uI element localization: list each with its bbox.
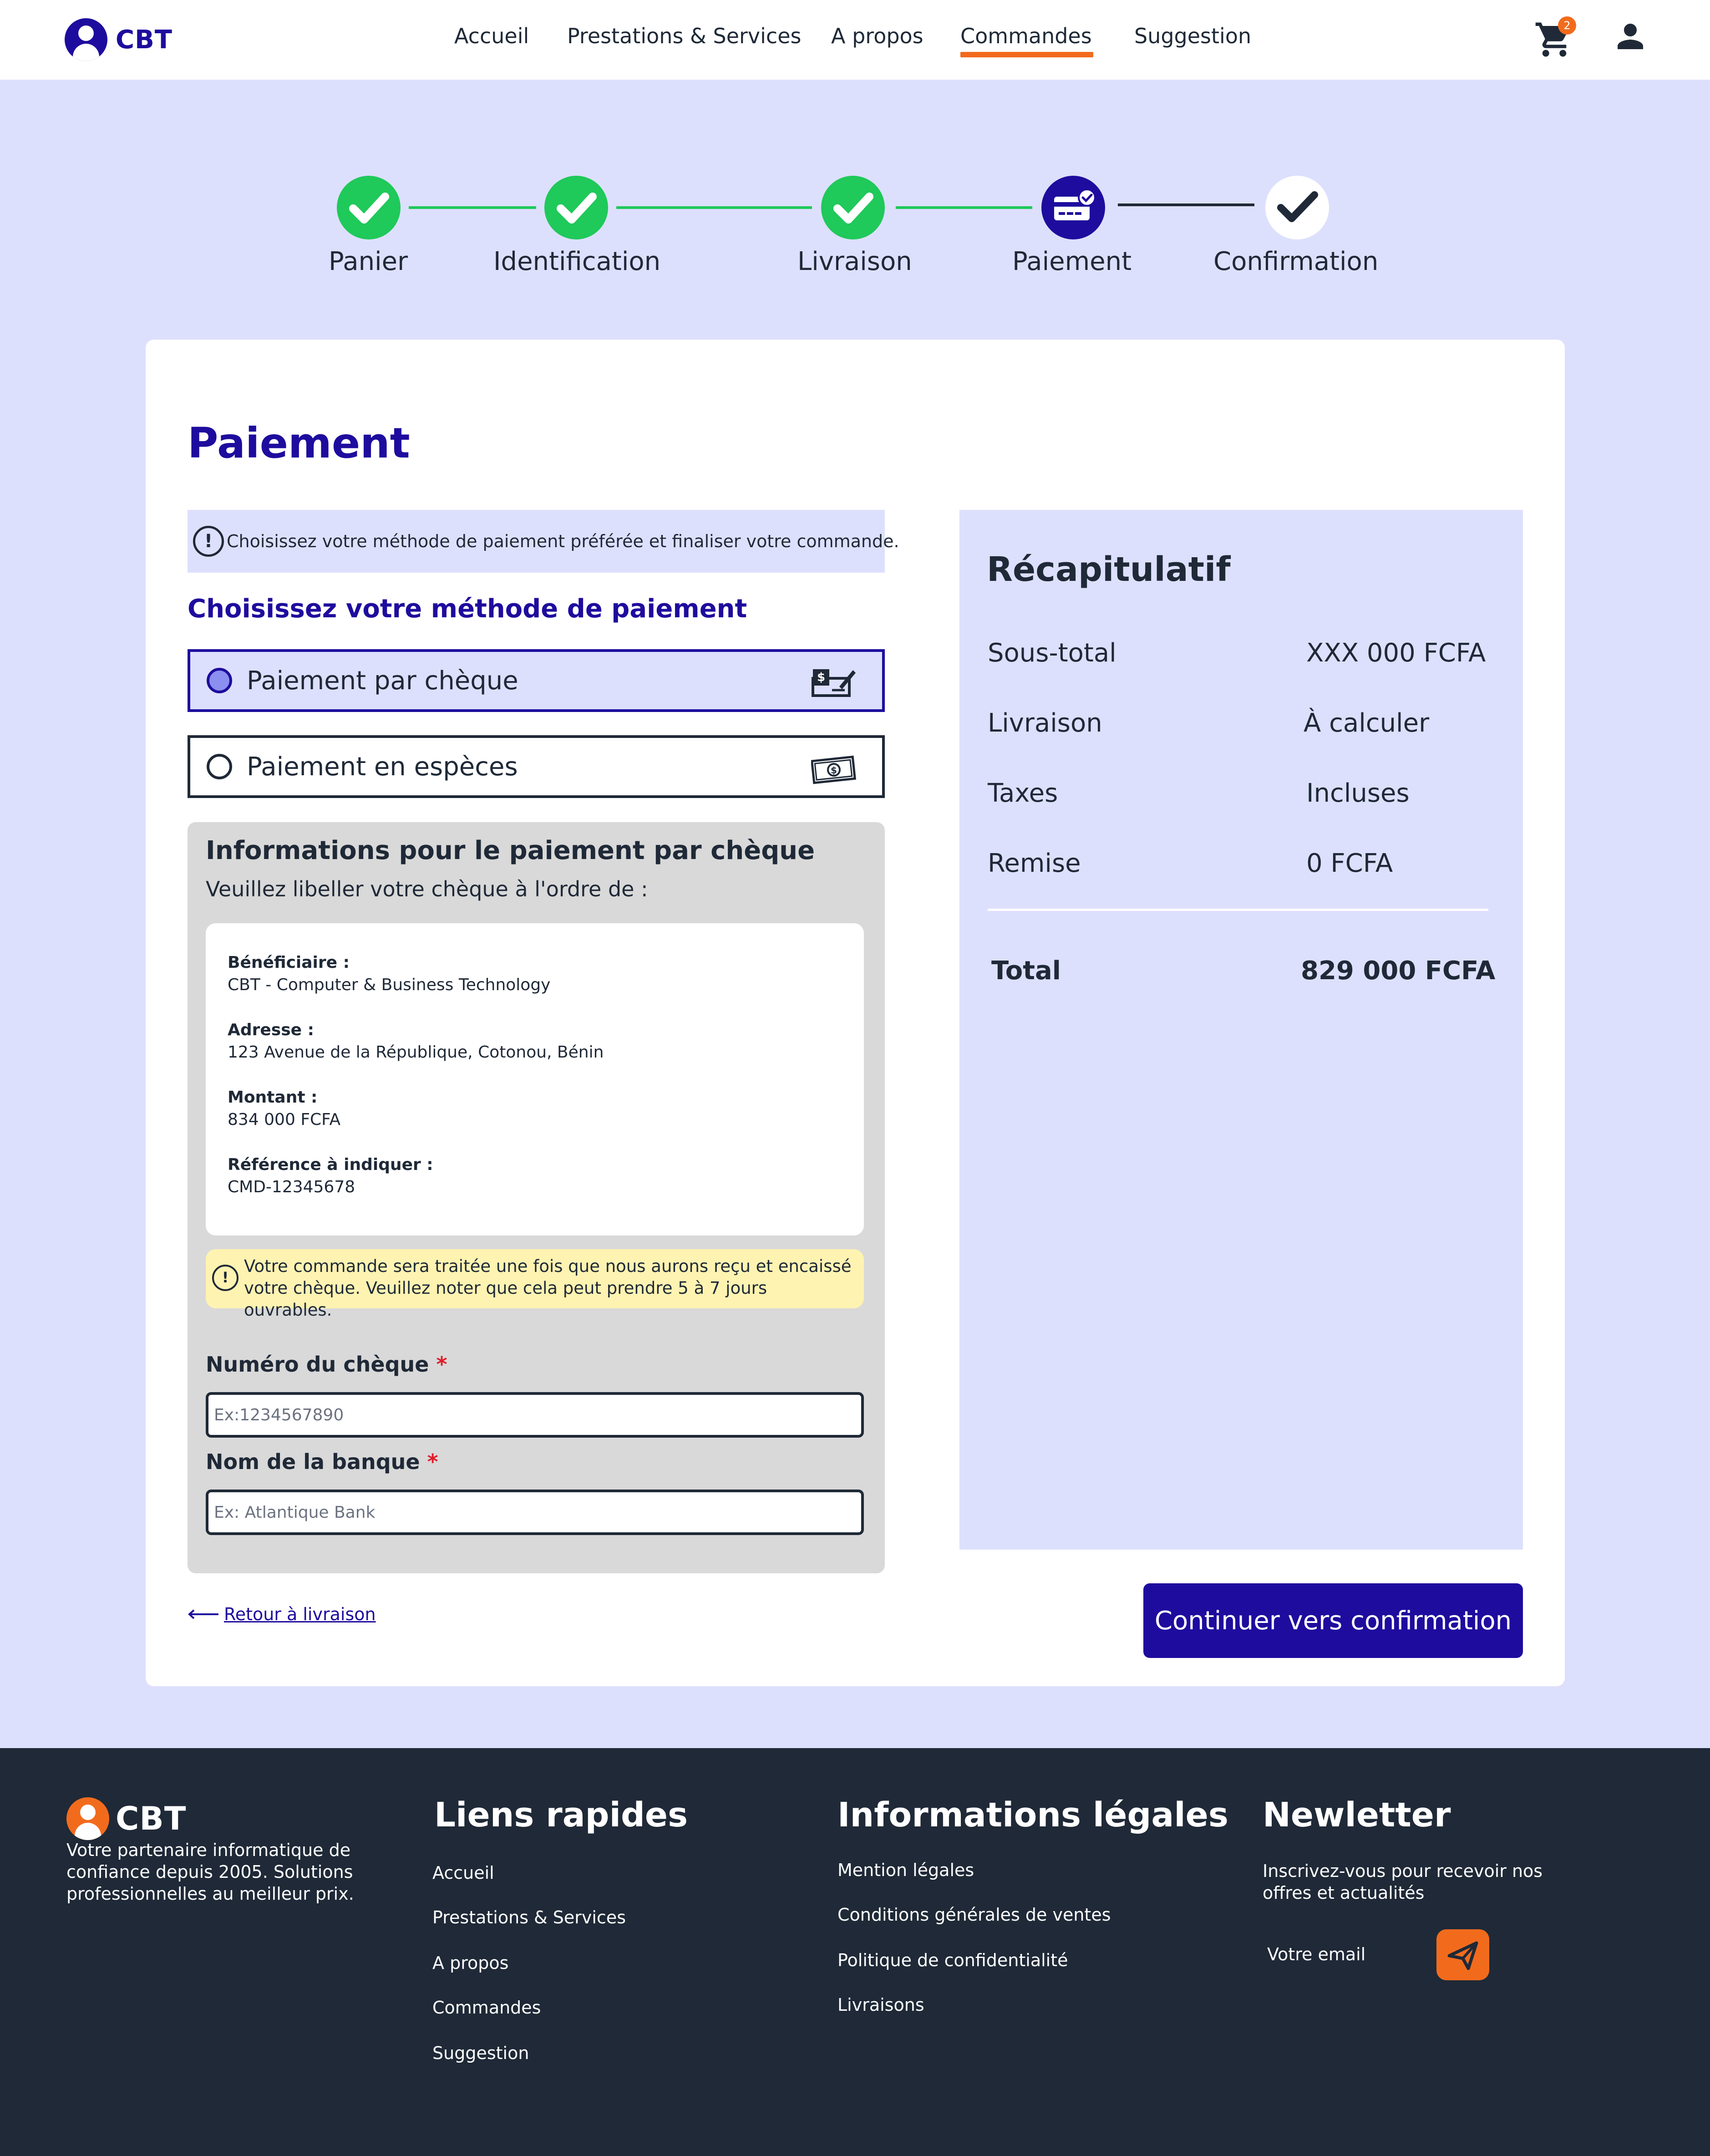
step-label-panier: Panier — [329, 247, 408, 276]
amount-info: Montant : 834 000 FCFA — [228, 1088, 340, 1129]
footer-description: Votre partenaire informatique de confian… — [66, 1840, 354, 1904]
arrow-left-icon — [188, 1609, 218, 1619]
footer-logo[interactable]: CBT — [66, 1797, 186, 1840]
legal-title: Informations légales — [837, 1795, 1228, 1835]
footer-brand-name: CBT — [116, 1800, 187, 1837]
footer-link-suggestion[interactable]: Suggestion — [432, 2043, 529, 2063]
continue-to-confirmation-button[interactable]: Continuer vers confirmation — [1143, 1583, 1523, 1658]
site-footer: CBT Votre partenaire informatique de con… — [0, 1748, 1710, 2156]
bank-name-label: Nom de la banque * — [206, 1449, 438, 1474]
bank-name-input[interactable] — [206, 1490, 864, 1535]
amount-label: Montant : — [228, 1088, 318, 1107]
footer-link-privacy[interactable]: Politique de confidentialité — [837, 1950, 1068, 1970]
cheque-number-label: Numéro du chèque * — [206, 1352, 447, 1377]
reference-info: Référence à indiquer : CMD-12345678 — [228, 1155, 433, 1196]
reference-value: CMD-12345678 — [228, 1178, 355, 1196]
info-icon: ! — [193, 526, 224, 557]
newsletter-title: Newletter — [1263, 1795, 1451, 1835]
amount-value: 834 000 FCFA — [228, 1110, 341, 1129]
beneficiary-value: CBT - Computer & Business Technology — [228, 976, 551, 994]
footer-link-prestations[interactable]: Prestations & Services — [432, 1907, 626, 1927]
order-summary: Récapitulatif Sous-total XXX 000 FCFA Liv… — [959, 510, 1523, 1550]
beneficiary-box: Bénéficiaire : CBT - Computer & Business… — [206, 923, 864, 1236]
user-icon[interactable] — [1611, 17, 1649, 56]
address-label: Adresse : — [228, 1021, 315, 1039]
step-label-confirmation: Confirmation — [1213, 247, 1379, 276]
beneficiary-label: Bénéficiaire : — [228, 953, 350, 972]
cheque-icon: $ — [812, 669, 856, 697]
payment-card-icon — [1041, 176, 1105, 239]
summary-title: Récapitulatif — [987, 550, 1231, 589]
step-connector — [896, 206, 1032, 209]
back-to-delivery-link[interactable]: Retour à livraison — [188, 1604, 376, 1624]
nav-item-apropos[interactable]: A propos — [831, 24, 924, 48]
user-circle-icon — [66, 1797, 109, 1840]
footer-link-accueil[interactable]: Accueil — [432, 1863, 494, 1883]
radio-selected[interactable] — [207, 668, 232, 693]
cheque-panel-title: Informations pour le paiement par chèque — [206, 836, 815, 865]
step-connector — [616, 206, 812, 209]
cash-icon: $ — [811, 755, 857, 784]
method-cheque-option[interactable]: Paiement par chèque $ — [188, 649, 885, 712]
user-circle-icon — [65, 18, 107, 61]
quick-links-title: Liens rapides — [434, 1795, 688, 1835]
warning-icon: ! — [212, 1265, 238, 1291]
step-label-livraison: Livraison — [797, 247, 912, 276]
cheque-number-input[interactable] — [206, 1392, 864, 1438]
send-icon — [1447, 1941, 1478, 1970]
step-label-paiement: Paiement — [1012, 247, 1132, 276]
brand-name: CBT — [116, 25, 173, 55]
nav-item-suggestion[interactable]: Suggestion — [1134, 24, 1251, 48]
back-link-label: Retour à livraison — [224, 1604, 376, 1624]
newsletter-email-input[interactable] — [1263, 1934, 1417, 1975]
info-banner: ! Choisissez votre méthode de paiement p… — [188, 510, 899, 573]
footer-link-cgv[interactable]: Conditions générales de ventes — [837, 1905, 1111, 1925]
payment-method-heading: Choisissez votre méthode de paiement — [188, 594, 747, 624]
site-header: CBT Accueil Prestations & Services A pro… — [0, 0, 1710, 80]
nav-item-accueil[interactable]: Accueil — [454, 24, 529, 48]
newsletter-submit-button[interactable] — [1436, 1929, 1489, 1980]
beneficiary-info: Bénéficiaire : CBT - Computer & Business… — [228, 953, 550, 994]
info-banner-text: Choisissez votre méthode de paiement pré… — [227, 531, 899, 551]
step-connector — [409, 206, 536, 209]
footer-link-commandes[interactable]: Commandes — [432, 1998, 541, 2018]
cheque-panel-subtitle: Veuillez libeller votre chèque à l'ordre… — [206, 877, 648, 901]
cheque-info-panel: Informations pour le paiement par chèque… — [188, 822, 885, 1573]
step-pending-check-icon — [1265, 176, 1329, 239]
footer-link-mentions[interactable]: Mention légales — [837, 1860, 974, 1880]
step-done-icon — [337, 176, 401, 239]
reference-label: Référence à indiquer : — [228, 1155, 433, 1174]
cart-count-badge: 2 — [1558, 16, 1576, 35]
page-title: Paiement — [188, 419, 410, 468]
address-value: 123 Avenue de la République, Cotonou, Bé… — [228, 1043, 604, 1062]
svg-text:$: $ — [817, 671, 825, 684]
step-label-identification: Identification — [493, 247, 661, 276]
brand-logo[interactable]: CBT — [65, 18, 173, 61]
footer-link-apropos[interactable]: A propos — [432, 1953, 508, 1973]
radio-unselected[interactable] — [207, 754, 232, 779]
step-done-icon — [821, 176, 885, 239]
processing-warning: ! Votre commande sera traitée une fois q… — [206, 1249, 864, 1320]
method-label: Paiement par chèque — [247, 666, 518, 696]
warning-text: Votre commande sera traitée une fois que… — [244, 1256, 852, 1320]
summary-divider — [988, 909, 1488, 911]
address-info: Adresse : 123 Avenue de la République, C… — [228, 1021, 604, 1062]
method-label: Paiement en espèces — [247, 752, 518, 782]
nav-item-commandes[interactable]: Commandes — [960, 24, 1092, 51]
active-nav-indicator — [960, 52, 1093, 57]
step-done-icon — [544, 176, 608, 239]
newsletter-text: Inscrivez-vous pour recevoir nos offres … — [1263, 1861, 1543, 1903]
footer-link-livraisons[interactable]: Livraisons — [837, 1995, 924, 2015]
method-cash-option[interactable]: Paiement en espèces $ — [188, 735, 885, 798]
svg-text:$: $ — [831, 765, 837, 776]
nav-item-prestations[interactable]: Prestations & Services — [567, 24, 802, 48]
step-connector — [1118, 203, 1254, 206]
